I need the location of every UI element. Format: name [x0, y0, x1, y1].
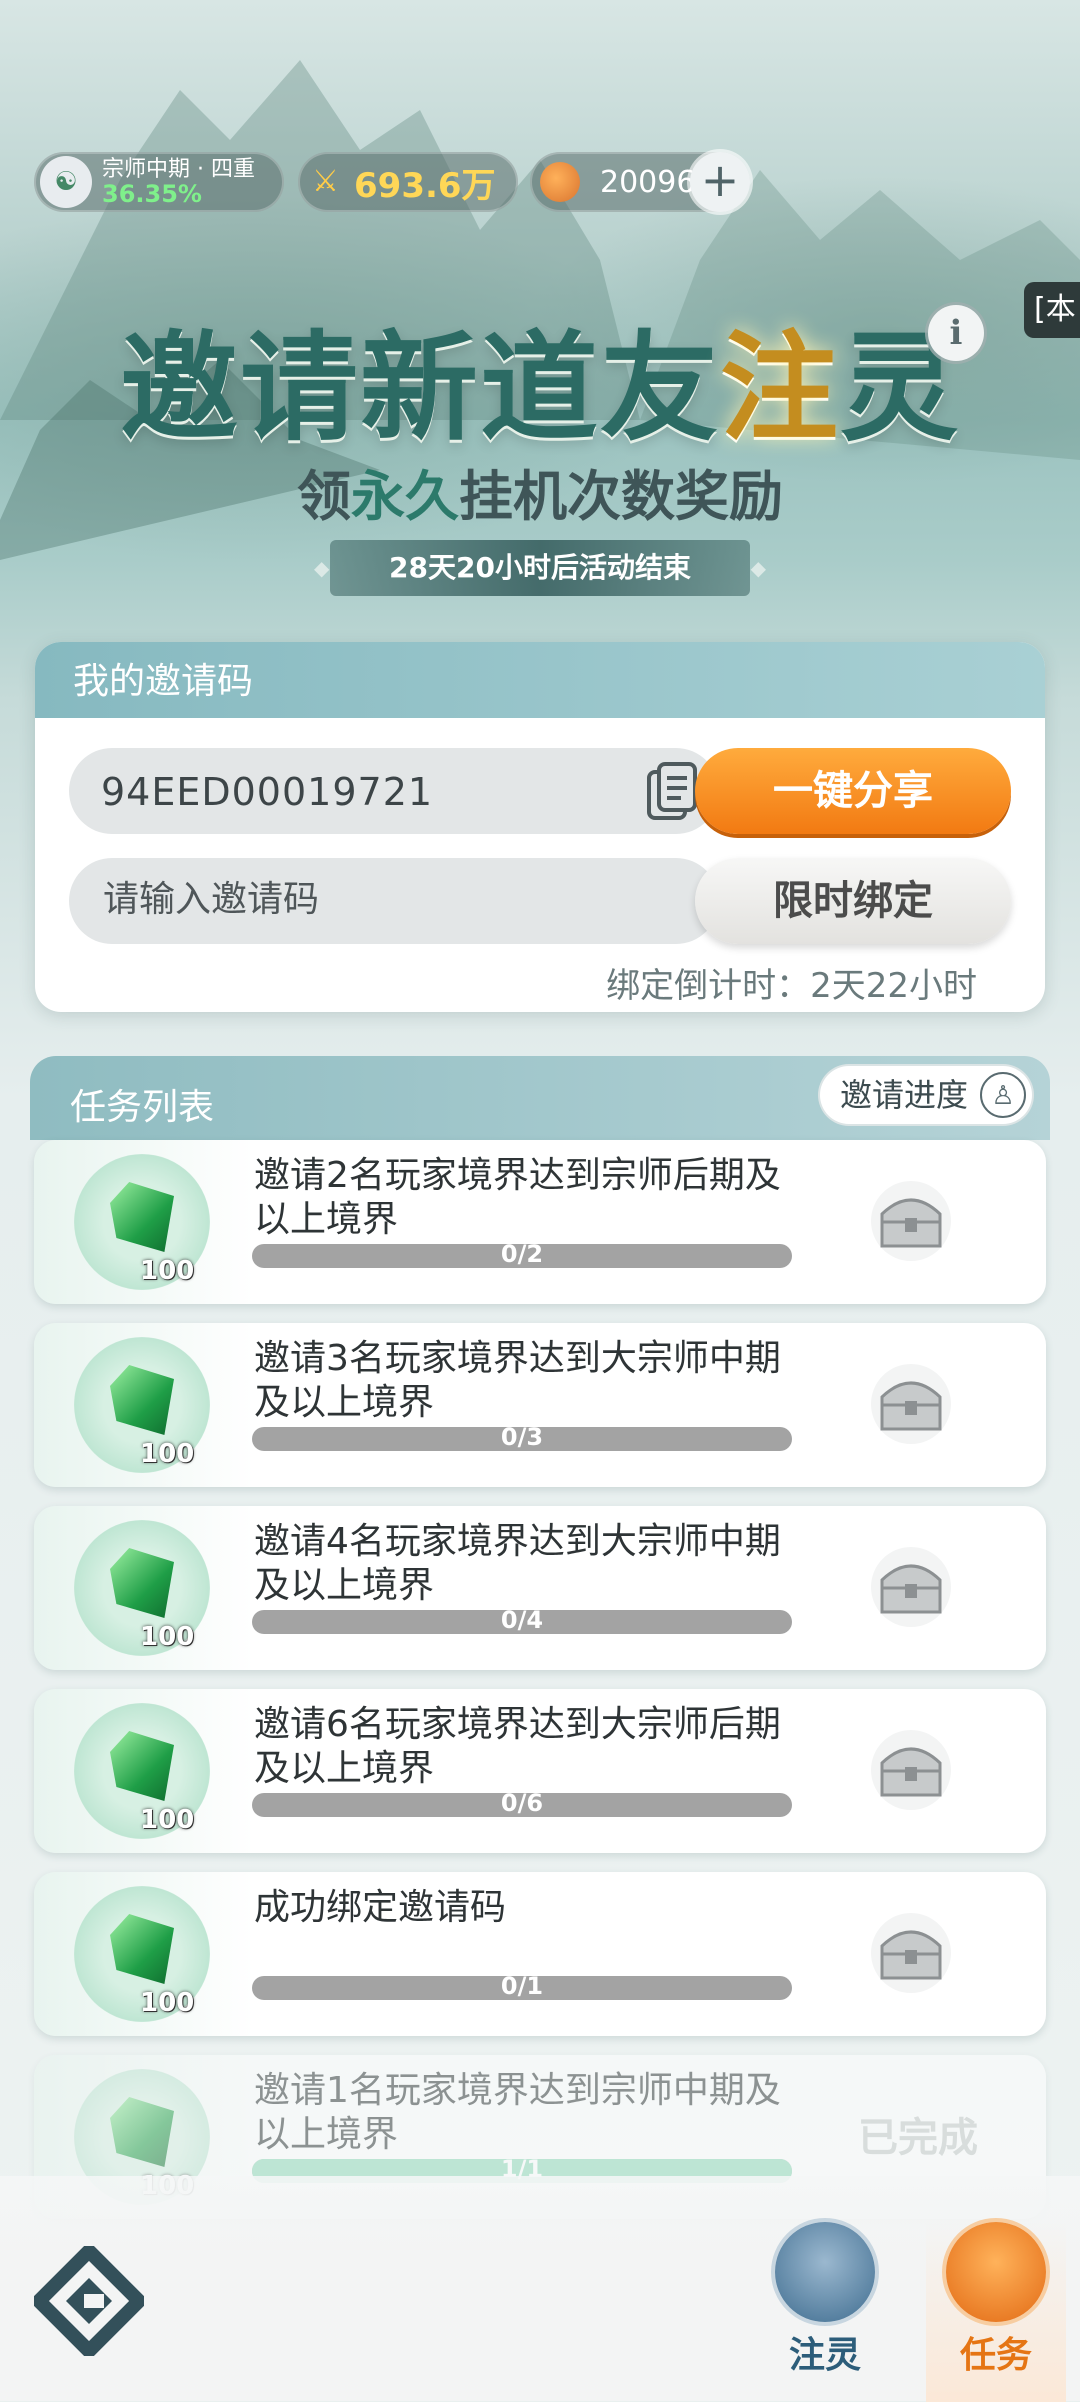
leaf-icon [775, 2222, 875, 2322]
task-list-header: 任务列表 邀请进度 ♙ [30, 1056, 1050, 1140]
bind-countdown: 绑定倒计时：2天22小时 [606, 966, 977, 1006]
task-progress-bar: 0/4 [252, 1606, 792, 1634]
invite-card-header: 我的邀请码 [35, 642, 1045, 718]
task-row[interactable]: 100 邀请2名玩家境界达到宗师后期及以上境界 0/2 [34, 1140, 1046, 1304]
task-status: 已完成 [858, 2115, 978, 2161]
event-countdown: 28天20小时后活动结束 [314, 540, 766, 596]
realm-name: 宗师中期 · 四重 [102, 157, 255, 182]
scroll-icon [946, 2222, 1046, 2322]
subtitle-emphasis: 永久 [351, 465, 459, 528]
nav-label: 注灵 [788, 2335, 861, 2376]
treasure-chest-icon[interactable] [868, 1727, 954, 1813]
task-progress-bar: 0/6 [252, 1789, 792, 1817]
combat-power-value: 693.6万 [354, 165, 496, 206]
task-description: 邀请4名玩家境界达到大宗师中期及以上境界 [254, 1521, 781, 1606]
jade-gem-icon [110, 1182, 174, 1252]
task-description: 邀请1名玩家境界达到宗师中期及以上境界 [254, 2070, 781, 2155]
task-description: 成功绑定邀请码 [254, 1887, 507, 1928]
reward-count: 100 [140, 1622, 195, 1652]
treasure-chest-icon[interactable] [868, 1361, 954, 1447]
bind-button[interactable]: 限时绑定 [695, 858, 1011, 944]
jade-gem-icon [110, 1365, 174, 1435]
subtitle-part: 挂机次数奖励 [459, 465, 783, 528]
task-progress-bar: 0/2 [252, 1240, 792, 1268]
task-row[interactable]: 100 邀请4名玩家境界达到大宗师中期及以上境界 0/4 [34, 1506, 1046, 1670]
task-row[interactable]: 100 成功绑定邀请码 0/1 [34, 1872, 1046, 2036]
jade-gem-icon [110, 1914, 174, 1984]
currency-display: 20096 + [530, 152, 750, 212]
jade-gem-icon [110, 1731, 174, 1801]
reward-icon: 100 [74, 1703, 210, 1839]
reward-count: 100 [140, 1988, 195, 2018]
bottom-navigation: 注灵 任务 [0, 2176, 1080, 2402]
nav-label: 任务 [959, 2335, 1032, 2376]
task-progress-text: 0/3 [500, 1423, 544, 1451]
invite-code-card: 我的邀请码 94EED00019721 一键分享 限时绑定 绑定倒计时：2天22… [35, 642, 1045, 1012]
task-description: 邀请3名玩家境界达到大宗师中期及以上境界 [254, 1338, 781, 1423]
invite-code-input[interactable] [101, 878, 665, 921]
task-progress-text: 0/1 [500, 1972, 544, 2000]
invite-code-field: 94EED00019721 [69, 748, 719, 834]
task-progress-text: 0/2 [500, 1240, 544, 1268]
task-row[interactable]: 100 邀请6名玩家境界达到大宗师后期及以上境界 0/6 [34, 1689, 1046, 1853]
realm-avatar-icon: ☯ [40, 156, 92, 208]
nav-zhuling[interactable]: 注灵 [760, 2222, 890, 2378]
jade-gem-icon [110, 2097, 174, 2167]
invite-code: 94EED00019721 [101, 770, 434, 814]
task-list-title: 任务列表 [70, 1087, 215, 1128]
invite-code-input-field[interactable] [69, 858, 719, 944]
nav-tasks[interactable]: 任务 [926, 2222, 1066, 2402]
realm-progress: 36.35% [102, 180, 202, 208]
task-progress-bar: 0/1 [252, 1972, 792, 2000]
title-main: 邀请新道友 [119, 319, 720, 457]
title-highlight: 注 [719, 319, 840, 457]
coin-icon [540, 162, 580, 202]
reward-icon: 100 [74, 1520, 210, 1656]
realm-status[interactable]: ☯ 宗师中期 · 四重 36.35% [34, 152, 284, 212]
reward-icon: 100 [74, 1337, 210, 1473]
copy-icon[interactable] [645, 762, 701, 822]
reward-icon: 100 [74, 1886, 210, 2022]
add-currency-button[interactable]: + [690, 152, 750, 212]
subtitle-part: 领 [297, 465, 351, 528]
user-add-icon: ♙ [980, 1072, 1026, 1118]
reward-count: 100 [140, 1439, 195, 1469]
jade-gem-icon [110, 1548, 174, 1618]
currency-value: 20096 [600, 164, 696, 200]
reward-count: 100 [140, 1805, 195, 1835]
treasure-chest-icon[interactable] [868, 1910, 954, 1996]
task-description: 邀请2名玩家境界达到宗师后期及以上境界 [254, 1155, 781, 1240]
task-progress-text: 0/4 [500, 1606, 544, 1634]
info-button[interactable]: i [928, 305, 984, 361]
treasure-chest-icon[interactable] [868, 1178, 954, 1264]
swords-icon: ⚔ [312, 164, 339, 199]
combat-power: ⚔ 693.6万 [298, 152, 518, 212]
reward-icon: 100 [74, 1154, 210, 1290]
invite-progress-label: 邀请进度 [839, 1076, 968, 1114]
app-logo-icon[interactable] [34, 2246, 144, 2356]
task-progress-bar: 0/3 [252, 1423, 792, 1451]
reward-count: 100 [140, 1256, 195, 1286]
page-subtitle: 领永久挂机次数奖励 [0, 452, 1080, 531]
task-row[interactable]: 100 邀请3名玩家境界达到大宗师中期及以上境界 0/3 [34, 1323, 1046, 1487]
share-button[interactable]: 一键分享 [695, 748, 1011, 834]
invite-progress-button[interactable]: 邀请进度 ♙ [819, 1066, 1032, 1124]
treasure-chest-icon[interactable] [868, 1544, 954, 1630]
task-progress-text: 0/6 [500, 1789, 544, 1817]
page-title: 邀请新道友注灵 [0, 292, 1080, 463]
task-description: 邀请6名玩家境界达到大宗师后期及以上境界 [254, 1704, 781, 1789]
